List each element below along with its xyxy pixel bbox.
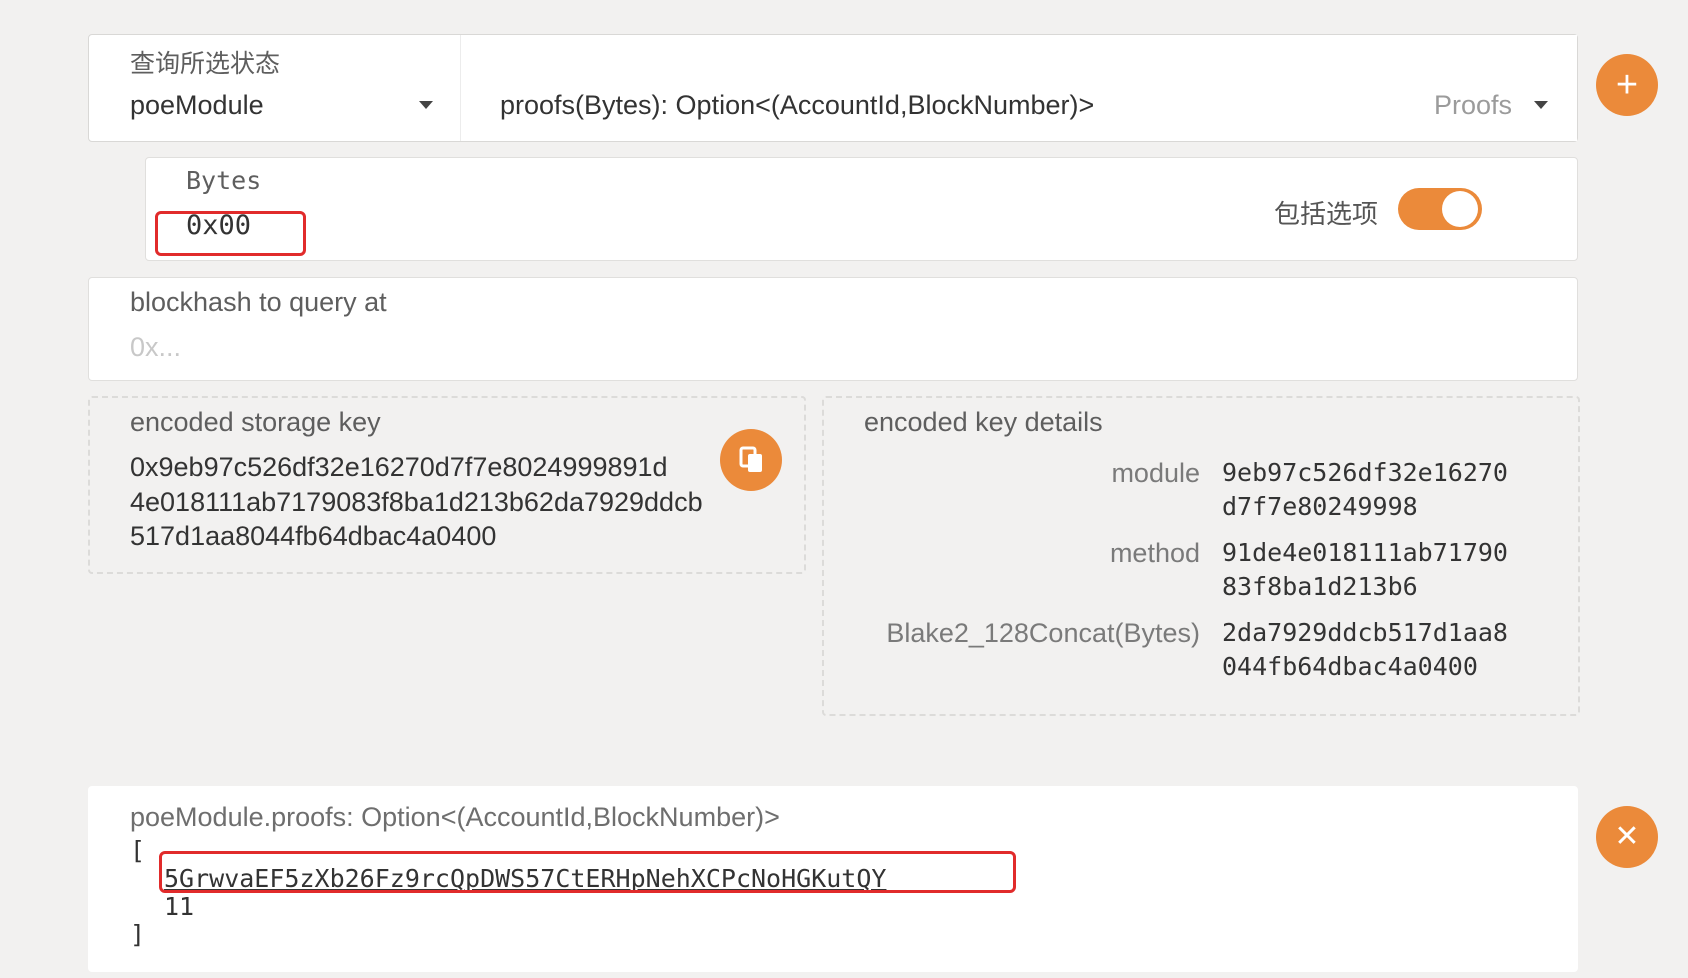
method-section-label: Proofs [1434, 90, 1513, 120]
chevron-down-icon[interactable] [1534, 101, 1548, 109]
method-dropdown[interactable]: proofs(Bytes): Option<(AccountId,BlockNu… [500, 90, 1094, 121]
result-bracket-open: [ [130, 836, 146, 865]
include-option-label: 包括选项 [1274, 199, 1379, 229]
result-block-number: 11 [164, 892, 195, 921]
module-dropdown[interactable]: poeModule [130, 90, 264, 121]
close-result-button[interactable]: ✕ [1596, 806, 1658, 868]
blockhash-label: blockhash to query at [130, 287, 387, 317]
close-icon: ✕ [1614, 820, 1640, 853]
detail-value-hasher: 2da7929ddcb517d1aa8 [1222, 618, 1508, 647]
blockhash-input[interactable]: 0x... [130, 332, 181, 363]
copy-key-button[interactable] [720, 429, 782, 491]
plus-icon: + [1615, 64, 1639, 106]
highlight-box [155, 211, 306, 256]
detail-value-method: 83f8ba1d213b6 [1222, 572, 1418, 601]
detail-value-method: 91de4e018111ab71790 [1222, 538, 1508, 567]
bytes-param-label: Bytes [186, 166, 262, 195]
method-dropdown-area[interactable] [460, 35, 1577, 141]
copy-icon [739, 446, 762, 472]
module-select-label: 查询所选状态 [130, 50, 281, 78]
storage-key-text: 517d1aa8044fb64dbac4a0400 [130, 521, 497, 551]
storage-key-label: encoded storage key [130, 407, 381, 437]
detail-value-module: 9eb97c526df32e16270 [1222, 458, 1508, 487]
key-details-title: encoded key details [864, 407, 1103, 437]
detail-value-hasher: 044fb64dbac4a0400 [1222, 652, 1478, 681]
highlight-box [159, 851, 1016, 893]
storage-key-text: 0x9eb97c526df32e16270d7f7e8024999891d [130, 452, 668, 482]
detail-label-method: method [1109, 538, 1200, 568]
chevron-down-icon[interactable] [419, 101, 433, 109]
toggle-knob [1442, 191, 1478, 227]
detail-label-hasher: Blake2_128Concat(Bytes) [886, 618, 1200, 648]
add-query-button[interactable]: + [1596, 54, 1658, 116]
detail-label-module: module [1111, 458, 1200, 488]
detail-value-module: d7f7e80249998 [1222, 492, 1418, 521]
result-title: poeModule.proofs: Option<(AccountId,Bloc… [130, 802, 780, 832]
result-bracket-close: ] [130, 920, 146, 949]
storage-key-text: 4e018111ab7179083f8ba1d213b62da7929ddcb [130, 487, 703, 517]
